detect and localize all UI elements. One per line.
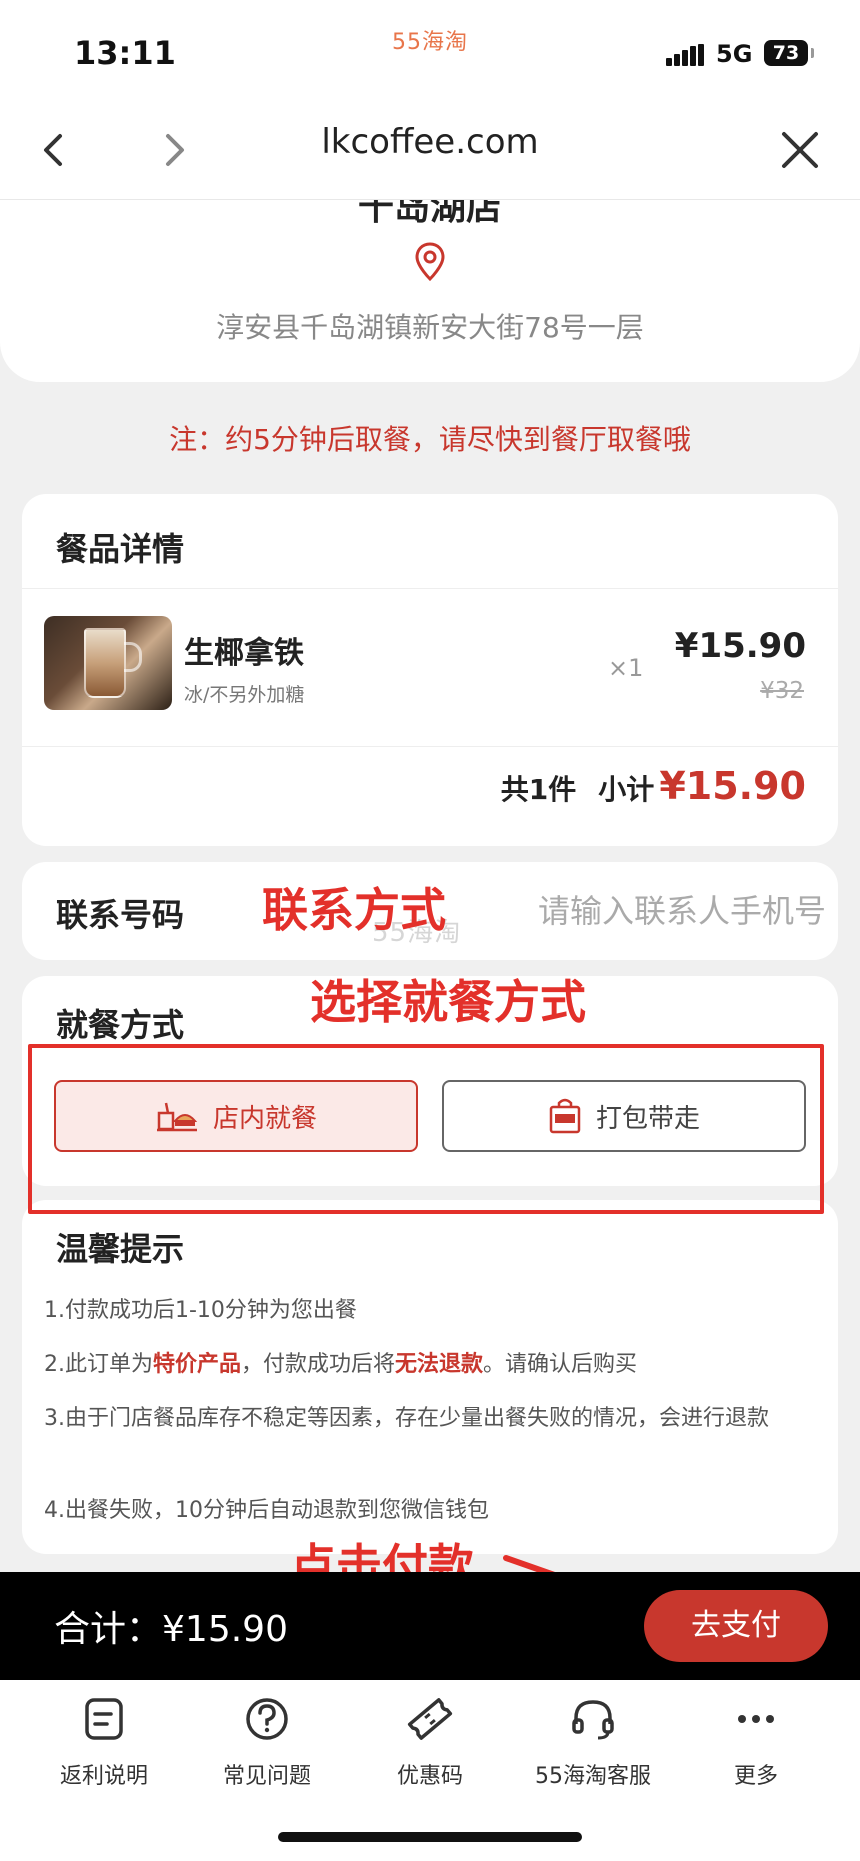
order-detail-card: 餐品详情 生椰拿铁 冰/不另外加糖 ×1 ¥15.90 ¥32 共1件 小计 ¥… [22, 494, 838, 846]
order-detail-title: 餐品详情 [56, 530, 185, 568]
pay-total: 合计：¥15.90 [54, 1609, 288, 1650]
tip-line-3: 3.由于门店餐品库存不稳定等因素，存在少量出餐失败的情况，会进行退款 [44, 1406, 769, 1431]
phone-input[interactable] [472, 884, 826, 938]
annotation-dining: 选择就餐方式 [310, 975, 586, 1029]
close-icon [782, 132, 818, 168]
order-total-row: 共1件 小计 ¥15.90 [501, 764, 806, 808]
store-address: 淳安县千岛湖镇新安大街78号一层 [216, 311, 644, 344]
annotation-contact: 联系方式 [262, 883, 446, 937]
tab-customer-service[interactable]: 55海淘客服 [513, 1694, 673, 1790]
subtotal-amount: ¥15.90 [659, 764, 806, 808]
location-pin-icon [415, 242, 445, 282]
divider [22, 588, 838, 589]
item-image [44, 616, 172, 710]
tip-line-1: 1.付款成功后1-10分钟为您出餐 [44, 1298, 357, 1323]
pickup-notice: 注：约5分钟后取餐，请尽快到餐厅取餐哦 [169, 423, 691, 456]
network-type: 5G [716, 40, 753, 68]
item-count: 共1件 [500, 773, 577, 806]
status-bar: 13:11 55海淘 5G 73 [0, 0, 860, 100]
dining-method-title: 就餐方式 [56, 1006, 185, 1044]
page-url: lkcoffee.com [321, 122, 539, 162]
divider [22, 746, 838, 747]
tips-title: 温馨提示 [56, 1230, 185, 1268]
home-indicator [278, 1832, 582, 1842]
item-price: ¥15.90 [674, 626, 806, 666]
document-icon [85, 1698, 123, 1740]
tab-rebate-info[interactable]: 返利说明 [24, 1694, 184, 1790]
contact-label: 联系号码 [56, 896, 185, 934]
item-spec: 冰/不另外加糖 [184, 684, 305, 706]
tip-line-2: 2.此订单为特价产品，付款成功后将无法退款。请确认后购买 [44, 1352, 638, 1377]
more-icon [738, 1715, 774, 1723]
annotation-box [28, 1044, 824, 1214]
tip-line-4: 4.出餐失败，10分钟后自动退款到您微信钱包 [44, 1498, 489, 1523]
tab-faq[interactable]: 常见问题 [187, 1694, 347, 1790]
headset-icon [572, 1700, 614, 1740]
item-original-price: ¥32 [760, 678, 804, 704]
tab-coupon[interactable]: 优惠码 [350, 1694, 510, 1790]
battery-icon: 73 [764, 40, 814, 66]
signal-icon [666, 44, 704, 66]
store-name: 千岛湖店 [357, 200, 502, 228]
subtotal-label: 小计 [598, 773, 655, 806]
item-quantity: ×1 [608, 654, 644, 682]
payment-bar: 合计：¥15.90 去支付 [0, 1572, 860, 1680]
coupon-icon [407, 1698, 453, 1740]
pay-button[interactable]: 去支付 [644, 1590, 828, 1662]
tab-more[interactable]: 更多 [676, 1694, 836, 1790]
question-icon [246, 1698, 288, 1740]
close-button[interactable] [772, 122, 828, 178]
browser-nav-bar: lkcoffee.com [0, 100, 860, 200]
tips-card: 温馨提示 1.付款成功后1-10分钟为您出餐 2.此订单为特价产品，付款成功后将… [22, 1200, 838, 1554]
item-name: 生椰拿铁 [184, 636, 304, 671]
store-card: 千岛湖店 淳安县千岛湖镇新安大街78号一层 [0, 200, 860, 382]
